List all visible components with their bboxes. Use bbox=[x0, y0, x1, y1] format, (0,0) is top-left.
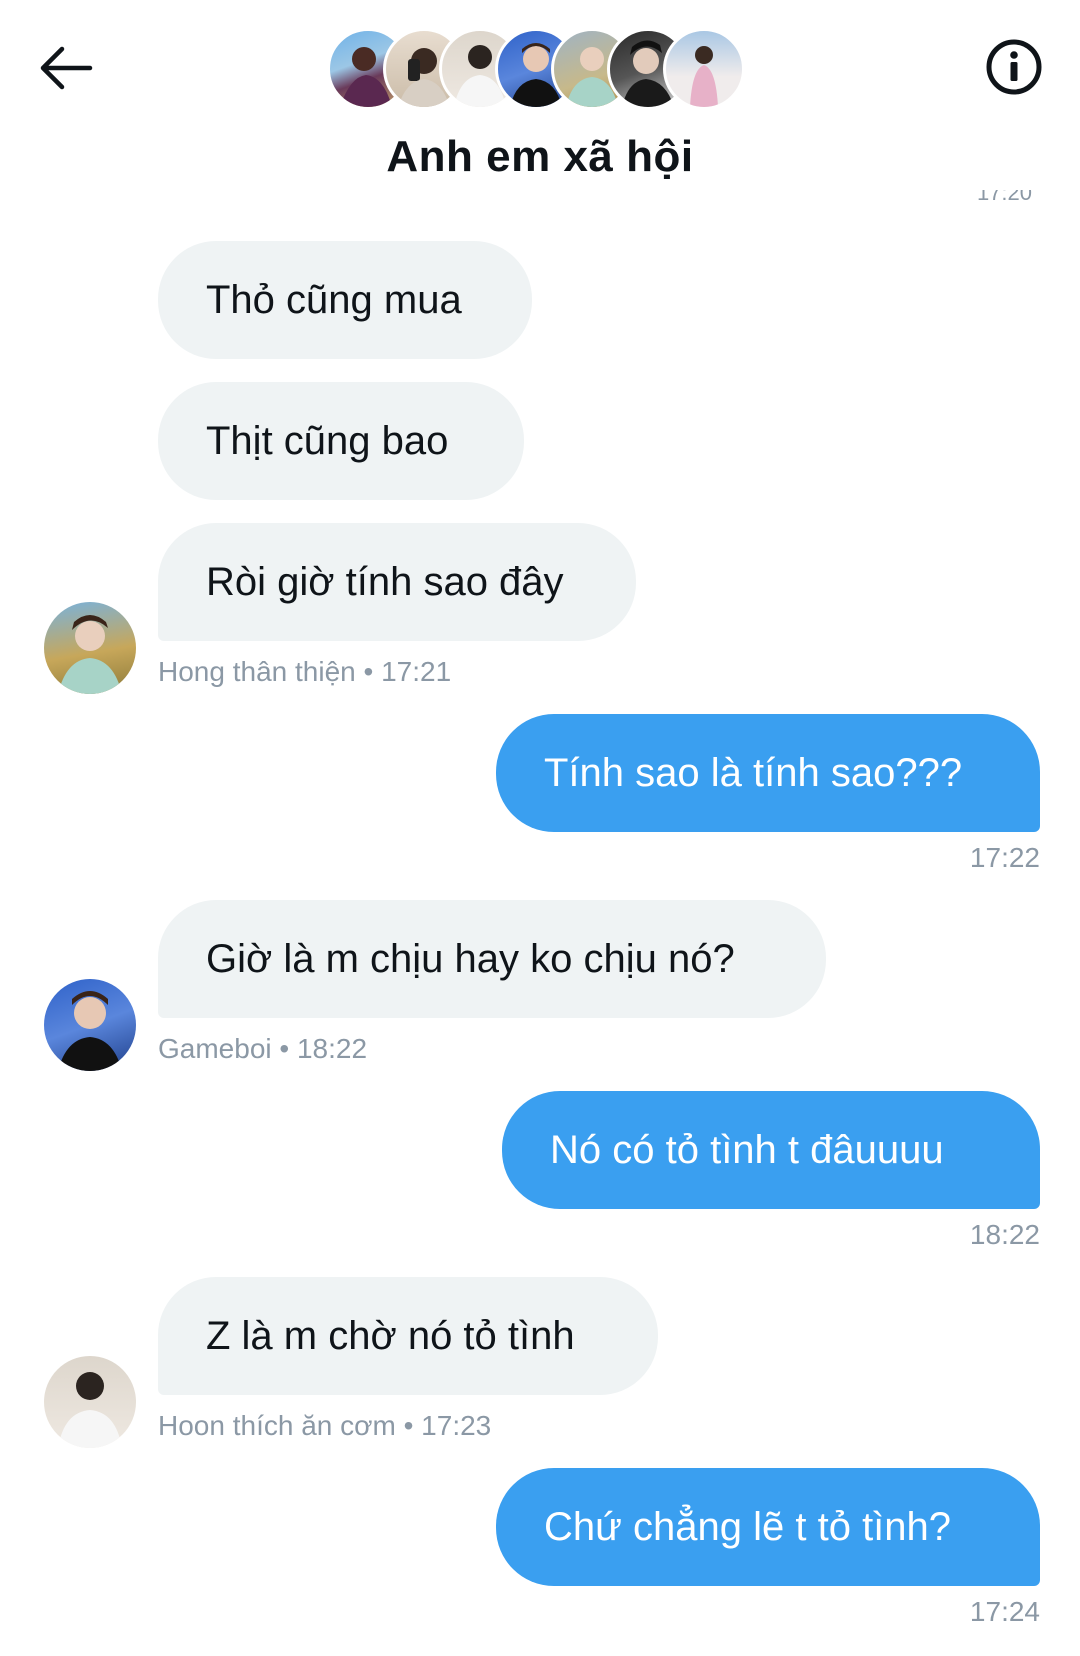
group-member-avatar bbox=[663, 28, 745, 110]
group-title: Anh em xã hội bbox=[386, 132, 694, 181]
message-sender-meta: Hong thân thiện • 17:21 bbox=[158, 656, 452, 687]
outgoing-message-bubble[interactable]: Chứ chẳng lẽ t tỏ tình? bbox=[496, 1468, 1040, 1586]
incoming-message-bubble[interactable]: Giờ là m chịu hay ko chịu nó? bbox=[158, 900, 826, 1018]
info-circle-icon bbox=[986, 39, 1042, 95]
message-sender-meta: Hoon thích ăn cơm • 17:23 bbox=[158, 1410, 492, 1441]
sender-avatar[interactable] bbox=[44, 979, 136, 1071]
conversation-header: Anh em xã hội 17:20 bbox=[0, 0, 1080, 205]
arrow-left-icon bbox=[40, 46, 93, 90]
message-timestamp: 18:22 bbox=[969, 1219, 1040, 1250]
message-timestamp: 17:24 bbox=[969, 1596, 1040, 1627]
incoming-message-bubble[interactable]: Thịt cũng bao bbox=[158, 382, 524, 500]
dm-conversation-screen: Anh em xã hội 17:20 Thỏ cũng mua Thịt cũ… bbox=[0, 0, 1080, 1656]
incoming-message-bubble[interactable]: Z là m chờ nó tỏ tình bbox=[158, 1277, 658, 1395]
cut-off-timestamp: 17:20 bbox=[976, 190, 1032, 205]
conversation-info-button[interactable] bbox=[984, 37, 1044, 97]
incoming-message-bubble[interactable]: Thỏ cũng mua bbox=[158, 241, 532, 359]
outgoing-message-bubble[interactable]: Nó có tỏ tình t đâuuuu bbox=[502, 1091, 1040, 1209]
sender-avatar[interactable] bbox=[44, 1356, 136, 1448]
message-timestamp: 17:22 bbox=[969, 842, 1040, 873]
message-sender-meta: Gameboi • 18:22 bbox=[158, 1033, 368, 1064]
outgoing-message-bubble[interactable]: Tính sao là tính sao??? bbox=[496, 714, 1040, 832]
back-button[interactable] bbox=[36, 40, 96, 96]
sender-avatar[interactable] bbox=[44, 602, 136, 694]
group-avatar-stack[interactable] bbox=[327, 28, 745, 114]
incoming-message-bubble[interactable]: Ròi giờ tính sao đây bbox=[158, 523, 636, 641]
